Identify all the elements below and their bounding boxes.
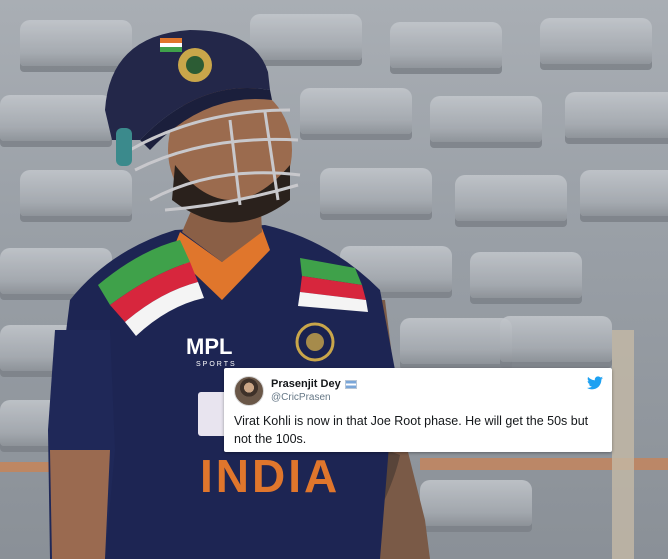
- jersey-sponsor-sub: SPORTS: [196, 361, 237, 368]
- tweet-header: Prasenjit Dey @CricPrasen: [234, 374, 602, 408]
- cricketer-figure: MPL SPORTS INDIA: [48, 30, 430, 559]
- jersey-sponsor: MPL: [186, 334, 232, 359]
- verified-flag-icon: [344, 380, 357, 389]
- jersey-chest-text: INDIA: [200, 450, 340, 502]
- tweet-display-name: Prasenjit Dey: [271, 378, 341, 390]
- tweet-text: Virat Kohli is now in that Joe Root phas…: [234, 414, 589, 446]
- twitter-bird-icon: [587, 376, 603, 390]
- avatar: [234, 376, 264, 406]
- photo-scene: MPL SPORTS INDIA Prasenjit Dey @CricPras…: [0, 0, 668, 559]
- tweet-card: Prasenjit Dey @CricPrasen Virat Kohli is…: [224, 368, 612, 452]
- tweet-handle: @CricPrasen: [271, 392, 331, 403]
- tweet-author: Prasenjit Dey @CricPrasen: [271, 378, 357, 404]
